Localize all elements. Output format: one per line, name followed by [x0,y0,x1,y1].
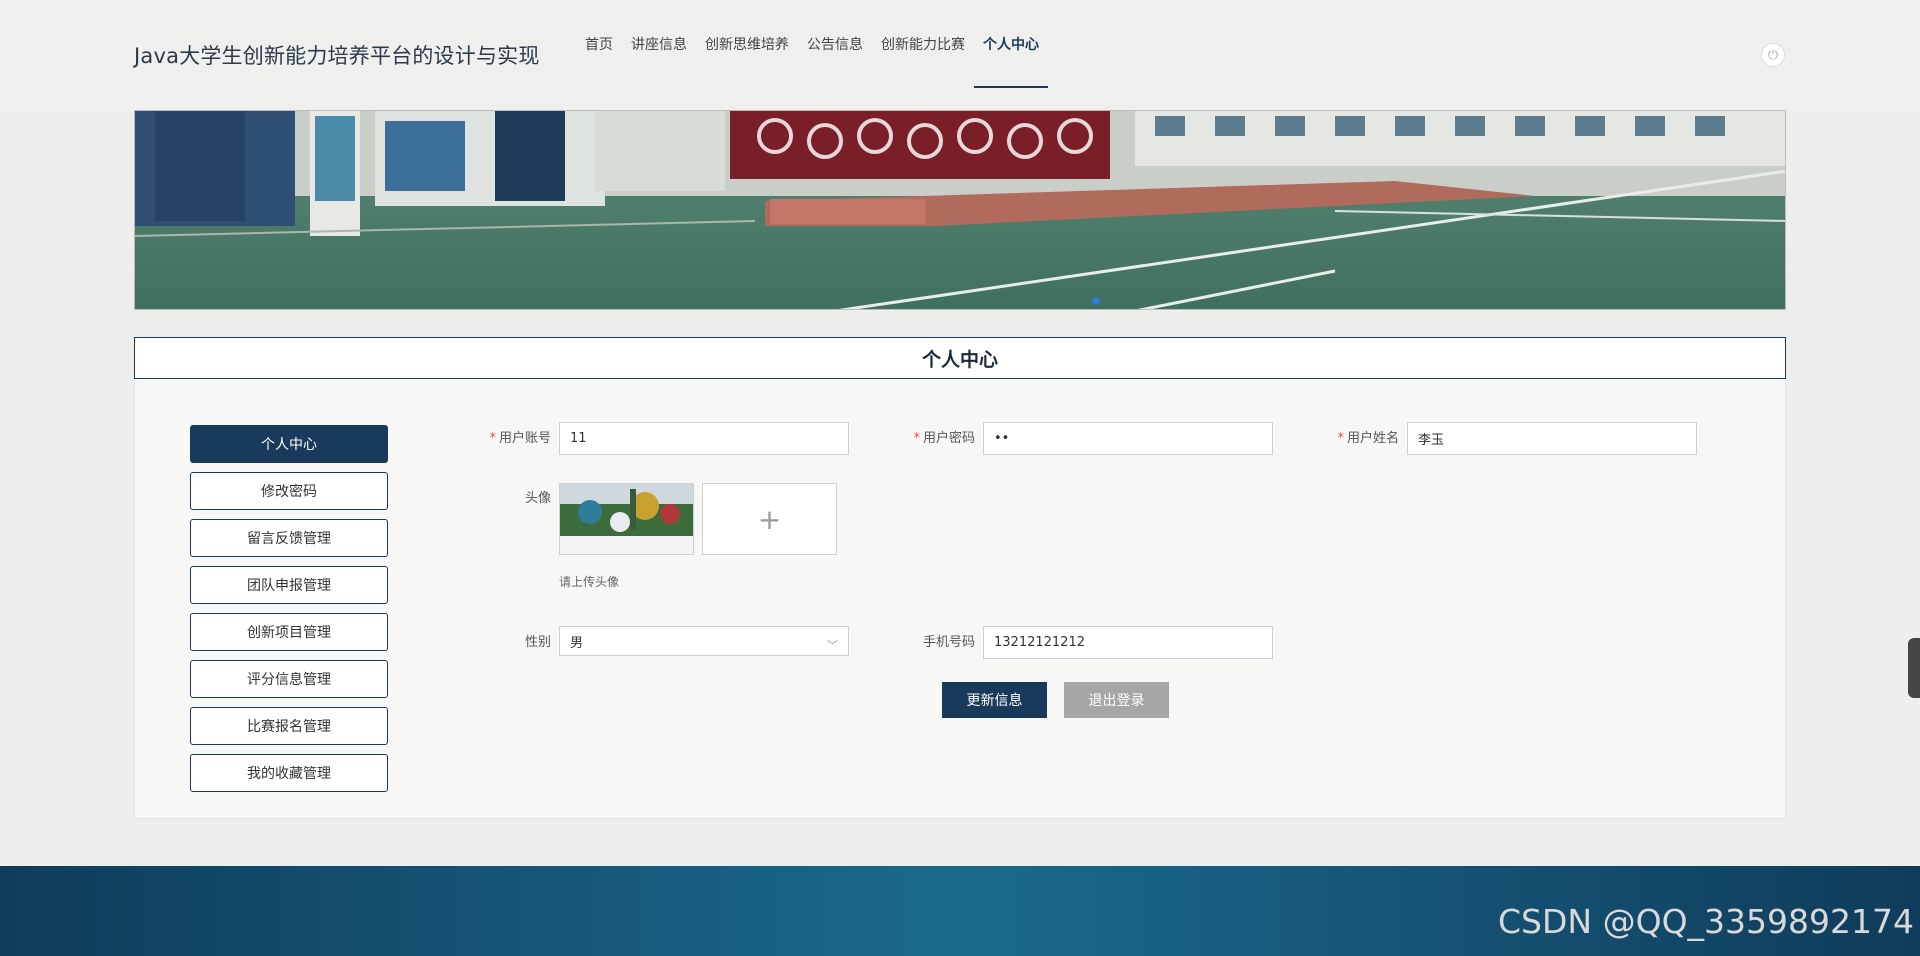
side-menu: 个人中心 修改密码 留言反馈管理 团队申报管理 创新项目管理 评分信息管理 比赛… [190,425,388,801]
side-menu-score-info[interactable]: 评分信息管理 [190,660,388,698]
side-float-tab[interactable] [1908,638,1920,698]
side-menu-team-application[interactable]: 团队申报管理 [190,566,388,604]
side-menu-change-password[interactable]: 修改密码 [190,472,388,510]
gender-label: 性别 [524,635,551,650]
banner-carousel [134,110,1786,310]
watermark: CSDN @QQ_3359892174 [1498,902,1914,941]
name-input[interactable]: 李玉 [1407,422,1697,455]
main-nav: 首页 讲座信息 创新思维培养 公告信息 创新能力比赛 个人中心 [576,0,1048,88]
power-icon[interactable]: ⏻ [1761,43,1785,67]
top-header: Java大学生创新能力培养平台的设计与实现 首页 讲座信息 创新思维培养 公告信… [0,0,1920,110]
avatar-upload-button[interactable]: + [702,483,837,555]
carousel-indicator[interactable] [1092,297,1100,305]
gender-select[interactable]: 男 ﹀ [559,626,849,656]
password-input[interactable]: •• [983,422,1273,455]
nav-competitions[interactable]: 创新能力比赛 [872,0,974,88]
nav-announcements[interactable]: 公告信息 [798,0,872,88]
gender-value: 男 [570,635,584,651]
password-label: * 用户密码 [913,431,975,446]
section-header: 个人中心 [134,337,1786,379]
name-label: * 用户姓名 [1337,431,1399,446]
nav-innovative-thinking[interactable]: 创新思维培养 [696,0,798,88]
update-info-button[interactable]: 更新信息 [942,682,1047,718]
avatar-label: 头像 [524,491,551,506]
side-menu-feedback[interactable]: 留言反馈管理 [190,519,388,557]
content-panel: 个人中心 修改密码 留言反馈管理 团队申报管理 创新项目管理 评分信息管理 比赛… [134,379,1786,819]
nav-lectures[interactable]: 讲座信息 [622,0,696,88]
phone-label: 手机号码 [922,635,975,650]
phone-input[interactable]: 13212121212 [983,626,1273,659]
avatar-image[interactable] [559,483,694,555]
logout-button[interactable]: 退出登录 [1064,682,1169,718]
side-menu-personal-center[interactable]: 个人中心 [190,425,388,463]
banner-image [135,111,1785,309]
side-menu-competition-signup[interactable]: 比赛报名管理 [190,707,388,745]
site-title: Java大学生创新能力培养平台的设计与实现 [134,44,540,68]
side-menu-innovation-projects[interactable]: 创新项目管理 [190,613,388,651]
avatar-hint: 请上传头像 [559,575,620,589]
chevron-down-icon: ﹀ [827,639,838,652]
account-input[interactable]: 11 [559,422,849,455]
account-label: * 用户账号 [489,431,551,446]
side-menu-favorites[interactable]: 我的收藏管理 [190,754,388,792]
section-title: 个人中心 [921,348,998,371]
nav-personal-center[interactable]: 个人中心 [974,0,1048,88]
nav-home[interactable]: 首页 [576,0,622,88]
